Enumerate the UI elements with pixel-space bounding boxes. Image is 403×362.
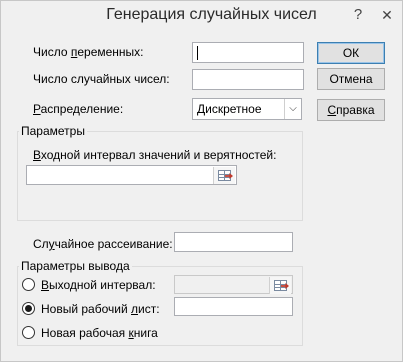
ok-button[interactable]: ОК <box>317 42 385 64</box>
random-number-generation-dialog: Генерация случайных чисел ? ✕ Число пере… <box>0 0 403 362</box>
input-range-label-rest: ходной интервал значений и верятностей: <box>40 148 277 162</box>
help-button[interactable]: Справка <box>317 99 385 121</box>
seed-label: Случайное рассеивание: <box>33 237 173 251</box>
cancel-button[interactable]: Отмена <box>317 68 385 90</box>
output-range-label: Выходной интервал: <box>41 278 156 292</box>
num-random-input[interactable] <box>192 69 304 90</box>
new-worksheet-radio[interactable] <box>22 302 35 315</box>
chevron-down-icon[interactable]: ⌵ <box>284 99 301 119</box>
output-range-label-rest: ыходной интервал: <box>49 278 156 292</box>
range-select-icon[interactable] <box>269 277 291 294</box>
new-workbook-label-rest: нига <box>133 326 158 340</box>
range-select-icon[interactable] <box>213 167 235 184</box>
seed-label-text: Сл <box>33 237 49 251</box>
help-title-button[interactable]: ? <box>344 1 372 29</box>
new-workbook-radio[interactable] <box>22 326 35 339</box>
num-variables-label-rest: еременных: <box>77 45 144 59</box>
distribution-value: Дискретное <box>197 102 262 116</box>
parameters-group-title: Параметры <box>19 124 87 138</box>
output-range-label-accesskey: В <box>41 278 50 292</box>
input-range-label: Входной интервал значений и верятностей: <box>33 148 276 162</box>
title-bar: Генерация случайных чисел ? ✕ <box>1 1 402 31</box>
distribution-label-accesskey: Р <box>33 102 41 116</box>
seed-input[interactable] <box>174 232 293 252</box>
num-variables-input[interactable] <box>192 42 304 63</box>
input-range-label-accesskey: В <box>33 148 41 162</box>
new-workbook-label: Новая рабочая книга <box>41 326 158 340</box>
close-icon[interactable]: ✕ <box>381 7 393 23</box>
new-worksheet-label-accesskey: л <box>131 302 139 316</box>
new-worksheet-label: Новый рабочий лист: <box>41 302 160 316</box>
output-range-field[interactable] <box>174 275 293 294</box>
input-range-field[interactable] <box>26 165 237 185</box>
num-random-label: Число случайных чисел: <box>33 72 170 86</box>
distribution-select[interactable]: Дискретное ⌵ <box>192 98 302 120</box>
help-button-accesskey: С <box>327 103 337 117</box>
dialog-title: Генерация случайных чисел <box>106 6 317 23</box>
distribution-label-rest: аспределение: <box>40 102 124 116</box>
distribution-label: Распределение: <box>33 102 123 116</box>
output-range-radio[interactable] <box>22 278 35 291</box>
close-button[interactable]: ✕ <box>372 1 402 29</box>
new-worksheet-label-text: Новый рабочий <box>41 302 131 316</box>
seed-label-rest: чайное рассеивание: <box>54 237 173 251</box>
num-variables-label-text: Число <box>33 45 71 59</box>
output-group-title: Параметры вывода <box>19 259 132 273</box>
new-worksheet-label-rest: ист: <box>138 302 160 316</box>
new-worksheet-name-input[interactable] <box>174 297 293 316</box>
text-caret <box>197 46 198 60</box>
new-workbook-label-text: Новая рабочая <box>41 326 129 340</box>
help-button-rest: правка <box>336 103 375 117</box>
num-variables-label: Число переменных: <box>33 45 144 59</box>
